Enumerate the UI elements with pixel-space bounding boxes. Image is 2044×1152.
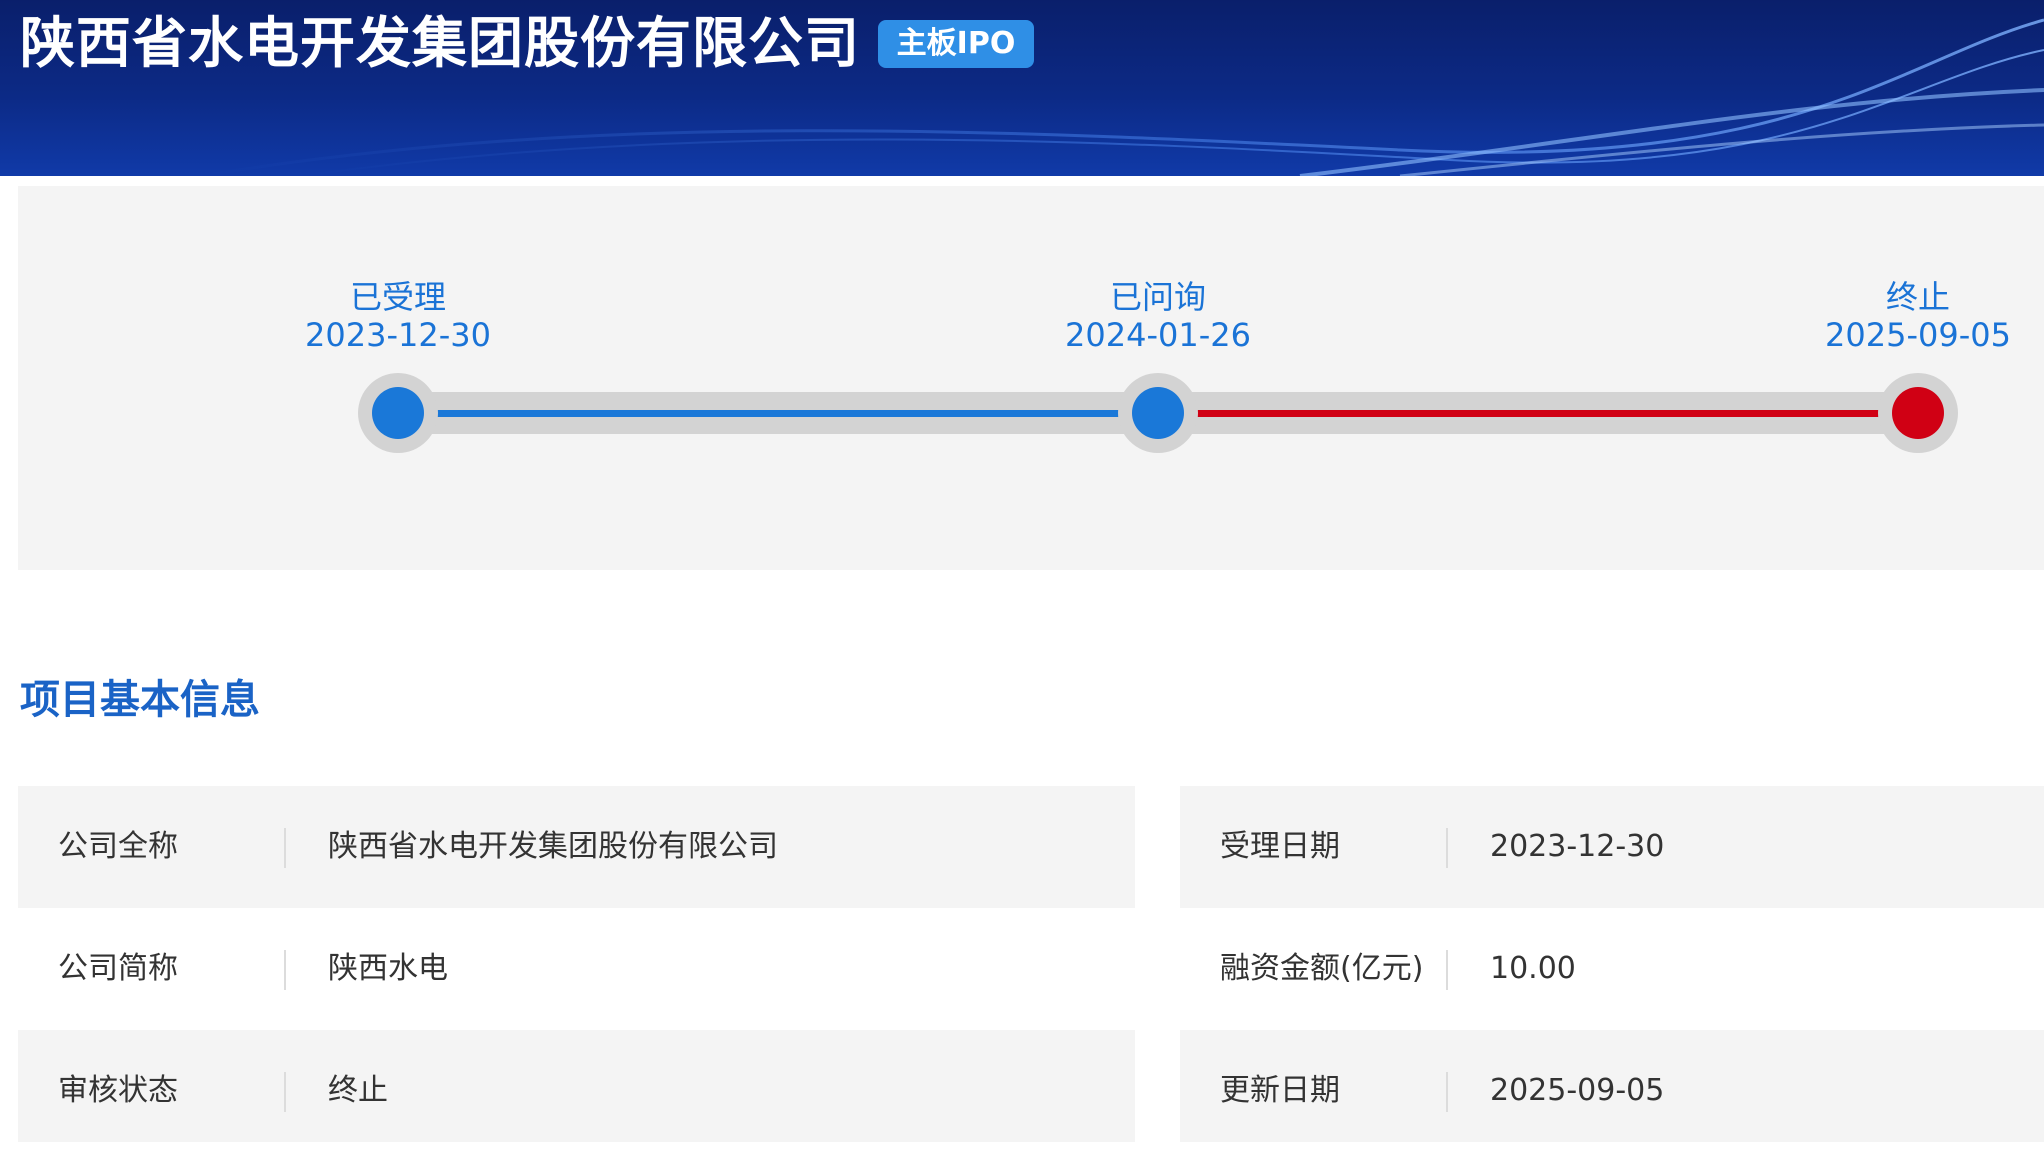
- info-row-review-status: 审核状态 终止: [18, 1030, 1135, 1142]
- timeline-terminated-segment: [1158, 410, 1918, 417]
- timeline-step-date: 2023-12-30: [305, 316, 491, 354]
- timeline-node-dot: [372, 387, 424, 439]
- info-value: 陕西省水电开发集团股份有限公司: [328, 829, 778, 864]
- timeline-node-dot: [1132, 387, 1184, 439]
- info-value: 10.00: [1490, 951, 1576, 986]
- page-title: 陕西省水电开发集团股份有限公司: [20, 11, 861, 75]
- info-label: 受理日期: [1220, 829, 1340, 864]
- info-value: 2025-09-05: [1490, 1073, 1665, 1108]
- info-label: 公司简称: [58, 951, 178, 986]
- timeline-node-terminated: [1878, 373, 1958, 453]
- page-header: 陕西省水电开发集团股份有限公司 主板IPO: [0, 0, 2044, 176]
- timeline-progress-segment: [398, 410, 1158, 417]
- review-progress-timeline: 已受理 2023-12-30 已问询 2024-01-26 终止 2025-09…: [18, 186, 2044, 570]
- info-row-financing-amount: 融资金额(亿元) 10.00: [1180, 908, 2044, 1030]
- info-value: 终止: [328, 1073, 388, 1108]
- divider: [1446, 1072, 1448, 1112]
- board-badge: 主板IPO: [878, 20, 1034, 68]
- timeline-step-label: 已受理: [349, 278, 446, 316]
- timeline-step-date: 2025-09-05: [1825, 316, 2011, 354]
- info-value: 陕西水电: [328, 951, 448, 986]
- timeline-step-date: 2024-01-26: [1065, 316, 1251, 354]
- info-row-update-date: 更新日期 2025-09-05: [1180, 1030, 2044, 1142]
- divider: [1446, 828, 1448, 868]
- info-row-full-name: 公司全称 陕西省水电开发集团股份有限公司: [18, 786, 1135, 908]
- divider: [284, 828, 286, 868]
- info-label: 更新日期: [1220, 1073, 1340, 1108]
- timeline-step-terminated: 终止 2025-09-05: [1788, 278, 2044, 354]
- timeline-node-accepted: [358, 373, 438, 453]
- info-row-accept-date: 受理日期 2023-12-30: [1180, 786, 2044, 908]
- timeline-step-label: 已问询: [1109, 278, 1206, 316]
- info-label: 公司全称: [58, 829, 178, 864]
- info-value: 2023-12-30: [1490, 829, 1665, 864]
- divider: [1446, 950, 1448, 990]
- info-label: 审核状态: [58, 1073, 178, 1108]
- timeline-step-accepted: 已受理 2023-12-30: [268, 278, 528, 354]
- info-row-short-name: 公司简称 陕西水电: [18, 908, 1135, 1030]
- info-label: 融资金额(亿元): [1220, 951, 1424, 986]
- timeline-step-inquired: 已问询 2024-01-26: [1028, 278, 1288, 354]
- section-title-basic-info: 项目基本信息: [20, 677, 260, 723]
- divider: [284, 950, 286, 990]
- divider: [284, 1072, 286, 1112]
- timeline-step-label: 终止: [1885, 278, 1950, 316]
- timeline-node-dot: [1892, 387, 1944, 439]
- timeline-node-inquired: [1118, 373, 1198, 453]
